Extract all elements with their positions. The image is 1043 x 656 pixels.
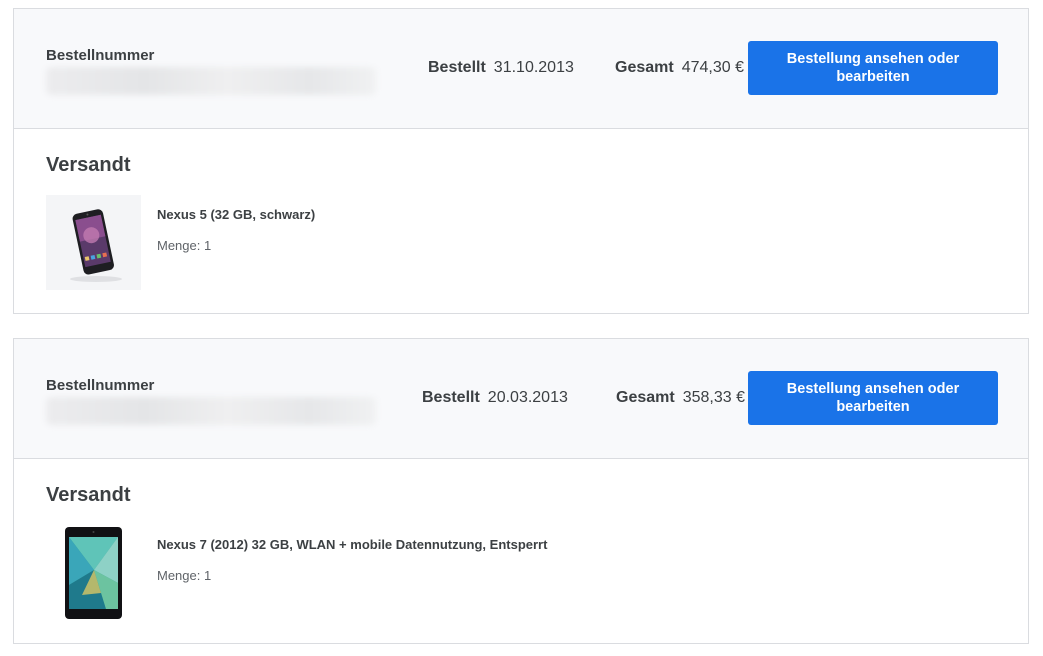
view-edit-order-button[interactable]: Bestellung ansehen oder bearbeiten	[748, 371, 998, 425]
shipment-status: Versandt	[46, 484, 131, 506]
order-card: Bestellnummer Bestellt 31.10.2013 Gesamt 4…	[13, 8, 1029, 314]
ordered-date: Bestellt 31.10.2013	[428, 59, 574, 77]
nexus-5-phone-image[interactable]	[46, 195, 141, 290]
ordered-label: Bestellt	[428, 59, 486, 76]
order-number-label: Bestellnummer	[46, 47, 155, 64]
total-label: Gesamt	[616, 389, 675, 406]
ordered-date-value: 20.03.2013	[487, 389, 568, 406]
total-value: 474,30 €	[681, 59, 744, 76]
ordered-label: Bestellt	[422, 389, 480, 406]
ordered-date-value: 31.10.2013	[493, 59, 574, 76]
order-number-redacted	[46, 67, 376, 95]
shipment-status: Versandt	[46, 154, 131, 176]
order-total: Gesamt 358,33 €	[616, 389, 745, 407]
product-quantity: Menge: 1	[157, 238, 212, 253]
order-total: Gesamt 474,30 €	[615, 59, 744, 77]
product-name[interactable]: Nexus 5 (32 GB, schwarz)	[157, 207, 315, 222]
nexus-7-tablet-image[interactable]	[46, 525, 141, 620]
view-edit-order-button[interactable]: Bestellung ansehen oder bearbeiten	[748, 41, 998, 95]
order-header: Bestellnummer Bestellt 20.03.2013 Gesamt 3…	[14, 339, 1028, 459]
order-card: Bestellnummer Bestellt 20.03.2013 Gesamt 3…	[13, 338, 1029, 644]
product-name[interactable]: Nexus 7 (2012) 32 GB, WLAN + mobile Date…	[157, 537, 547, 552]
order-header: Bestellnummer Bestellt 31.10.2013 Gesamt 4…	[14, 9, 1028, 129]
total-value: 358,33 €	[682, 389, 745, 406]
order-number-label: Bestellnummer	[46, 377, 155, 394]
product-quantity: Menge: 1	[157, 568, 212, 583]
total-label: Gesamt	[615, 59, 674, 76]
order-number-redacted	[46, 397, 376, 425]
ordered-date: Bestellt 20.03.2013	[422, 389, 568, 407]
